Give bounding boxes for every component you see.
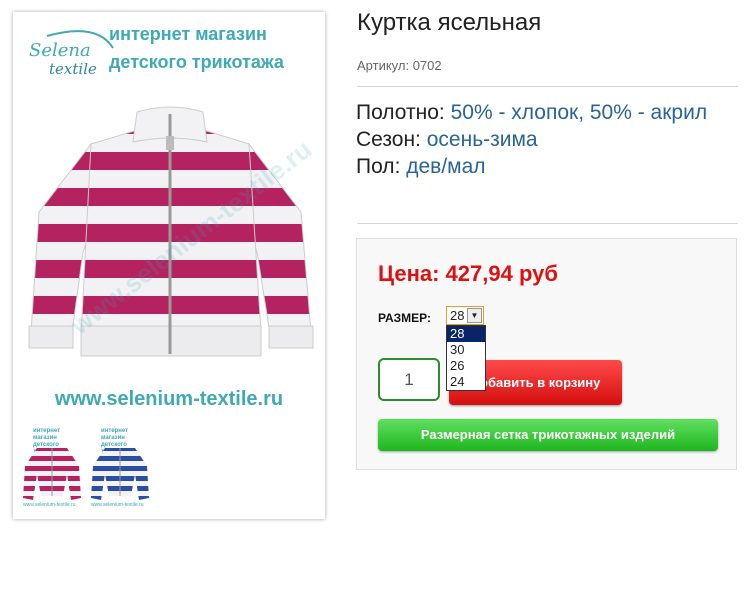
attribute-value: дев/мал: [406, 155, 486, 178]
brand-line-1: интернет магазин: [109, 24, 267, 44]
product-sku: Артикул: 0702: [357, 58, 442, 73]
brand-name-2: textile: [49, 60, 97, 78]
product-main-image[interactable]: Selena textile интернет магазин детского…: [13, 12, 325, 422]
size-option[interactable]: 28: [447, 326, 485, 342]
attribute-value: осень-зима: [426, 128, 538, 151]
thumb-jacket-pink: [23, 448, 81, 500]
thumb-url: www.selenium-textile.ru: [91, 502, 144, 508]
product-price: Цена: 427,94 руб: [378, 261, 558, 286]
size-selected-value: 28: [450, 308, 465, 323]
quantity-input[interactable]: 1: [378, 358, 440, 401]
divider: [357, 223, 738, 224]
size-option[interactable]: 24: [447, 374, 485, 390]
brand-name-1: Selena: [29, 40, 91, 61]
chevron-down-icon[interactable]: ▼: [467, 308, 482, 323]
attribute-fabric: Полотно: 50% - хлопок, 50% - акрил: [356, 101, 708, 124]
product-image-card[interactable]: Selena textile интернет магазин детского…: [13, 12, 325, 519]
thumbnail-pink[interactable]: интернет магазиндетского трикотажа www.s…: [19, 426, 85, 510]
brand-logo: Selena textile: [29, 30, 114, 78]
size-option[interactable]: 30: [447, 342, 485, 358]
size-select[interactable]: 28 ▼: [446, 306, 484, 325]
product-attributes: Полотно: 50% - хлопок, 50% - акрил Сезон…: [356, 99, 716, 180]
size-option[interactable]: 26: [447, 358, 485, 374]
size-label: РАЗМЕР:: [378, 311, 431, 325]
divider: [357, 86, 738, 87]
attribute-value: 50% - хлопок, 50% - акрил: [450, 101, 708, 124]
brand-line-2: детского трикотажа: [109, 52, 284, 72]
thumb-jacket-blue: [91, 448, 149, 500]
thumb-url: www.selenium-textile.ru: [23, 502, 76, 508]
product-title: Куртка ясельная: [357, 9, 542, 36]
attribute-season: Сезон: осень-зима: [356, 128, 538, 151]
size-chart-button[interactable]: Размерная сетка трикотажных изделий: [378, 419, 718, 451]
attribute-gender: Пол: дев/мал: [356, 155, 486, 178]
purchase-box: Цена: 427,94 руб РАЗМЕР: 28 ▼ 28 30 26 2…: [356, 238, 737, 470]
thumbnail-blue[interactable]: интернет магазиндетского трикотажа www.s…: [87, 426, 153, 510]
size-dropdown-list[interactable]: 28 30 26 24: [446, 325, 486, 391]
image-site-url: www.selenium-textile.ru: [54, 388, 284, 410]
